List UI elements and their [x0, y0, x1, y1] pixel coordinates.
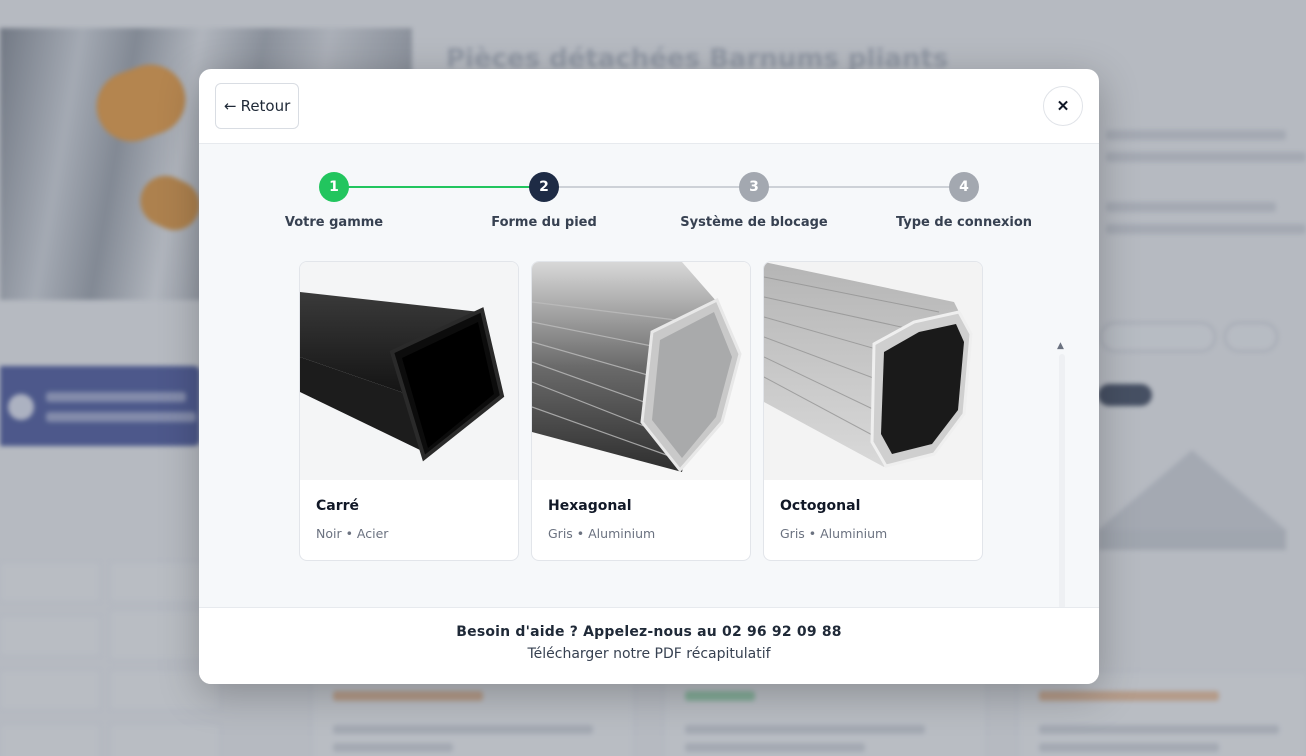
step-3-label: Système de blocage	[680, 215, 828, 230]
back-button-label: Retour	[240, 97, 291, 115]
option-subtitle: Gris • Aluminium	[548, 526, 656, 541]
step-2-label: Forme du pied	[491, 215, 597, 230]
step-connector-done	[348, 186, 544, 188]
back-button[interactable]: ← Retour	[215, 83, 300, 129]
option-title: Hexagonal	[548, 498, 632, 514]
step-2-circle: 2	[529, 172, 559, 202]
arrow-left-icon: ←	[224, 97, 237, 115]
vertical-scrollbar[interactable]	[1059, 354, 1065, 616]
option-card-octogonal[interactable]: Octogonal Gris • Aluminium	[763, 261, 983, 561]
octagonal-leg-image	[764, 262, 982, 480]
modal-footer: Besoin d'aide ? Appelez-nous au 02 96 92…	[199, 607, 1099, 684]
step-3-circle: 3	[739, 172, 769, 202]
scroll-up-arrow-icon[interactable]: ▲	[1057, 341, 1064, 351]
leg-shape-options: Carré Noir • Acier Hexagonal Gris • Alum…	[299, 261, 999, 561]
step-4-circle: 4	[949, 172, 979, 202]
modal-body: 1 2 3 4 Votre gamme Forme du pied Systèm…	[199, 144, 1099, 649]
step-1-circle[interactable]: 1	[319, 172, 349, 202]
option-card-carre[interactable]: Carré Noir • Acier	[299, 261, 519, 561]
stepper: 1 2 3 4 Votre gamme Forme du pied Systèm…	[199, 144, 1099, 244]
download-pdf-link[interactable]: Télécharger notre PDF récapitulatif	[527, 646, 770, 662]
step-4-label: Type de connexion	[895, 215, 1033, 230]
step-1-label: Votre gamme	[284, 215, 384, 230]
help-phone-text: Besoin d'aide ? Appelez-nous au 02 96 92…	[456, 624, 842, 640]
close-button[interactable]: ✕	[1043, 86, 1083, 126]
option-subtitle: Noir • Acier	[316, 526, 389, 541]
close-icon: ✕	[1056, 98, 1070, 115]
option-card-hexagonal[interactable]: Hexagonal Gris • Aluminium	[531, 261, 751, 561]
square-leg-image	[300, 262, 518, 480]
option-title: Octogonal	[780, 498, 861, 514]
option-title: Carré	[316, 498, 360, 514]
option-subtitle: Gris • Aluminium	[780, 526, 888, 541]
modal-header: ← Retour ✕	[199, 69, 1099, 144]
step-connector	[768, 186, 964, 188]
configurator-modal: ← Retour ✕ 1 2 3 4 Votre gamme Forme du …	[199, 69, 1099, 684]
step-connector	[558, 186, 754, 188]
hexagonal-leg-image	[532, 262, 750, 480]
